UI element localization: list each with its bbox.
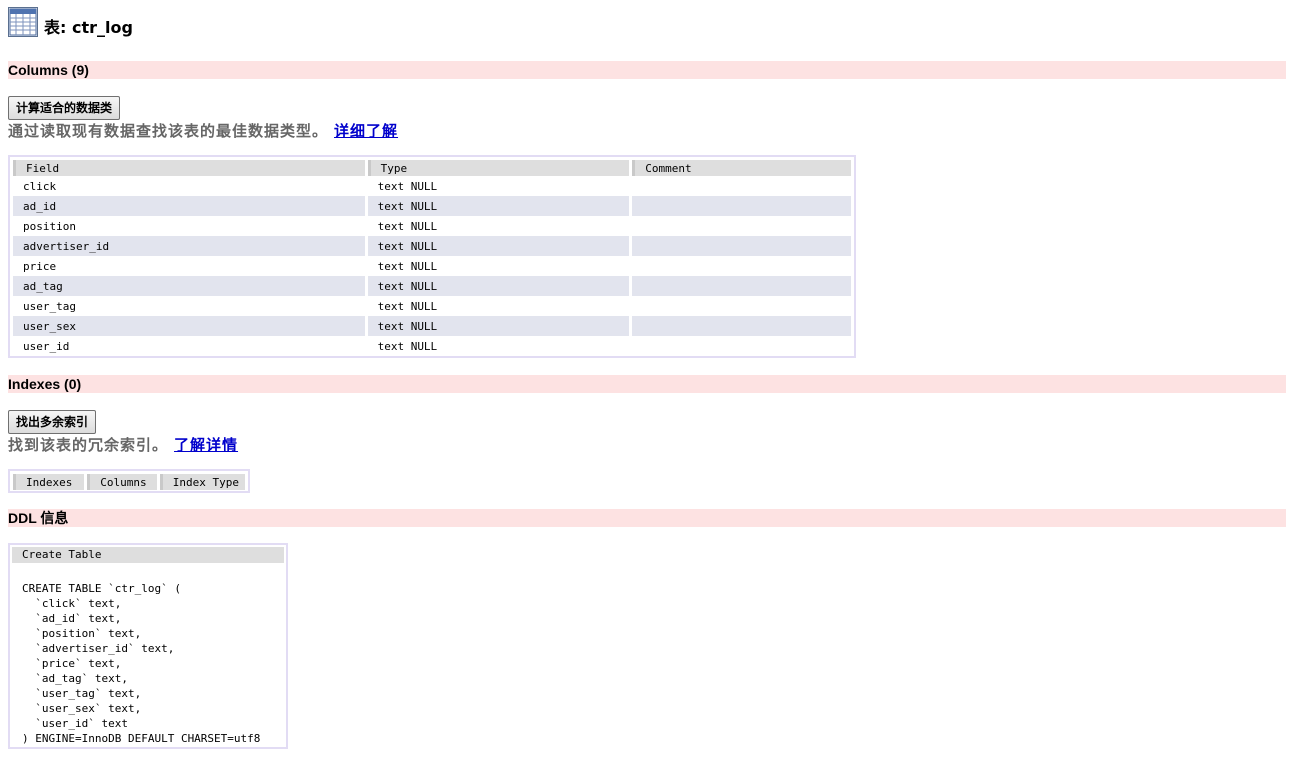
table-row: click text NULL — [13, 176, 851, 196]
column-header-field: Field — [13, 160, 365, 176]
field-cell: user_sex — [13, 316, 365, 336]
type-cell: text NULL — [367, 276, 630, 296]
field-cell: position — [23, 219, 76, 233]
field-cell: ad_id — [13, 196, 365, 216]
page-header: 表: ctr_log — [8, 7, 133, 37]
index-header-columns: Columns — [87, 474, 157, 490]
ddl-section-header: DDL 信息 — [8, 509, 1286, 527]
type-cell: text NULL — [367, 196, 630, 216]
ddl-header: Create Table — [12, 547, 284, 563]
indexes-hint-text: 找到该表的冗余索引。 — [8, 436, 169, 454]
columns-table: Field Type Comment click text NULL ad_id… — [8, 155, 856, 358]
field-cell: advertiser_id — [13, 236, 365, 256]
type-cell: text NULL — [367, 316, 630, 336]
table-row: user_id text NULL — [13, 336, 851, 356]
column-header-comment: Comment — [632, 160, 851, 176]
table-row: user_tag text NULL — [13, 296, 851, 316]
indexes-hint: 找到该表的冗余索引。 了解详情 — [8, 434, 238, 455]
comment-cell — [632, 216, 851, 236]
index-header-indexes: Indexes — [13, 474, 85, 490]
learn-details-link[interactable]: 了解详情 — [174, 436, 238, 454]
ddl-code: CREATE TABLE `ctr_log` ( `click` text, `… — [22, 582, 261, 745]
comment-cell — [632, 276, 851, 296]
field-cell: user_id — [23, 339, 70, 353]
index-header-type: Index Type — [159, 474, 245, 490]
type-cell: text NULL — [377, 299, 438, 313]
comment-cell — [632, 176, 851, 196]
comment-cell — [632, 236, 851, 256]
columns-section-header: Columns (9) — [8, 61, 1286, 79]
type-cell: text NULL — [377, 259, 438, 273]
type-cell: text NULL — [377, 339, 438, 353]
find-redundant-indexes-button[interactable]: 找出多余索引 — [8, 410, 97, 434]
table-row: user_sex text NULL — [13, 316, 851, 336]
comment-cell — [632, 336, 851, 356]
page-title: 表: ctr_log — [44, 18, 133, 37]
type-cell: text NULL — [377, 219, 438, 233]
indexes-table: Indexes Columns Index Type — [8, 469, 250, 493]
table-row: price text NULL — [13, 256, 851, 276]
type-cell: text NULL — [367, 236, 630, 256]
type-cell: text NULL — [377, 179, 438, 193]
columns-hint-text: 通过读取现有数据查找该表的最佳数据类型。 — [8, 122, 329, 140]
table-row: position text NULL — [13, 216, 851, 236]
column-header-type: Type — [367, 160, 630, 176]
comment-cell — [632, 296, 851, 316]
field-cell: price — [23, 259, 57, 273]
indexes-section-header: Indexes (0) — [8, 375, 1286, 393]
table-row: advertiser_id text NULL — [13, 236, 851, 256]
field-cell: ad_tag — [13, 276, 365, 296]
page: 表: ctr_log Columns (9) 计算适合的数据类 通过读取现有数据… — [0, 0, 1294, 778]
learn-more-link[interactable]: 详细了解 — [334, 122, 398, 140]
compute-data-types-button[interactable]: 计算适合的数据类 — [8, 96, 121, 120]
table-row: ad_tag text NULL — [13, 276, 851, 296]
field-cell: click — [23, 179, 57, 193]
table-row: ad_id text NULL — [13, 196, 851, 216]
comment-cell — [632, 256, 851, 276]
comment-cell — [632, 316, 851, 336]
ddl-panel: Create Table CREATE TABLE `ctr_log` ( `c… — [8, 543, 288, 749]
table-icon — [8, 7, 38, 37]
columns-hint: 通过读取现有数据查找该表的最佳数据类型。 详细了解 — [8, 120, 398, 141]
field-cell: user_tag — [23, 299, 76, 313]
comment-cell — [632, 196, 851, 216]
